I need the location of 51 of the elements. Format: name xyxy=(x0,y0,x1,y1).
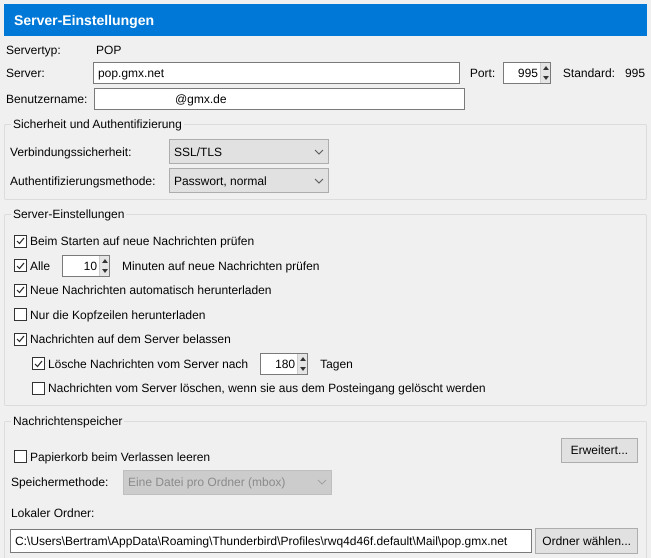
checkbox[interactable] xyxy=(14,450,27,463)
field-label: Server: xyxy=(6,64,46,82)
checkbox-label[interactable]: Lösche Nachrichten vom Server nach xyxy=(48,354,248,373)
field-label: Verbindungssicherheit: xyxy=(10,144,132,160)
username-field[interactable]: @gmx.de xyxy=(94,88,465,110)
chevron-down-icon xyxy=(317,479,327,485)
field-label: Standard: xyxy=(562,64,615,82)
dropdown[interactable]: Passwort, normal xyxy=(169,168,329,193)
number-field[interactable]: 10 xyxy=(62,254,110,277)
group-title: Server-Einstellungen xyxy=(11,207,126,222)
checkbox-label[interactable]: Beim Starten auf neue Nachrichten prüfen xyxy=(30,232,254,250)
field-label: Lokaler Ordner: xyxy=(10,504,94,522)
checkmark-icon xyxy=(16,237,25,246)
checkbox-label[interactable]: Neue Nachrichten automatisch herunterladen xyxy=(30,281,272,300)
checkbox-label[interactable]: Nur die Kopfzeilen herunterladen xyxy=(30,306,206,324)
field-label: Authentifizierungsmethode: xyxy=(10,172,156,190)
checkbox[interactable] xyxy=(32,382,45,395)
number-field[interactable]: 180 xyxy=(260,352,308,375)
header-title: Server-Einstellungen xyxy=(14,10,154,30)
unit-label: Tagen xyxy=(320,356,353,373)
field-label: Port: xyxy=(470,64,496,82)
checkmark-icon xyxy=(16,335,25,344)
group-title: Sicherheit und Authentifizierung xyxy=(11,117,184,132)
checkbox[interactable] xyxy=(14,259,27,272)
choose-folder-button[interactable]: Ordner wählen... xyxy=(535,528,638,554)
checkbox[interactable] xyxy=(14,234,27,248)
server-type-value: POP xyxy=(96,42,122,59)
default-port-value: 995 xyxy=(624,64,645,82)
checkbox[interactable] xyxy=(14,308,27,322)
checkbox-label[interactable]: Alle xyxy=(30,256,50,275)
checkbox-label[interactable]: Nachrichten auf dem Server belassen xyxy=(30,330,231,348)
group-title: Nachrichtenspeicher xyxy=(11,414,124,428)
chevron-down-icon xyxy=(314,178,324,184)
field-label: Speichermethode: xyxy=(11,474,110,491)
checkbox-label[interactable]: Nachrichten vom Server löschen, wenn sie aus dem Posteingang gelöscht werden xyxy=(48,379,486,398)
checkmark-icon xyxy=(16,262,25,270)
unit-label: Minuten auf neue Nachrichten prüfen xyxy=(122,258,320,275)
checkbox[interactable] xyxy=(14,284,27,297)
chevron-down-icon xyxy=(314,148,324,154)
checkbox[interactable] xyxy=(14,332,27,346)
number-field[interactable]: 995 xyxy=(503,62,551,84)
folder-path-field[interactable]: C:\Users\Bertram\AppData\Roaming\Thunderbird\Profiles\rwq4d46f.default\Mail\pop.gmx.net xyxy=(10,528,532,552)
field-label: Servertyp: xyxy=(6,42,62,59)
checkbox[interactable] xyxy=(32,357,45,370)
dropdown[interactable]: SSL/TLS xyxy=(169,139,329,164)
checkbox-label[interactable]: Papierkorb beim Verlassen leeren xyxy=(30,448,210,466)
checkmark-icon xyxy=(34,360,43,368)
checkmark-icon xyxy=(16,286,25,294)
server-field[interactable]: pop.gmx.net xyxy=(92,62,460,84)
field-label: Benutzername: xyxy=(6,91,88,108)
advanced-button[interactable]: Erweitert... xyxy=(560,438,638,462)
